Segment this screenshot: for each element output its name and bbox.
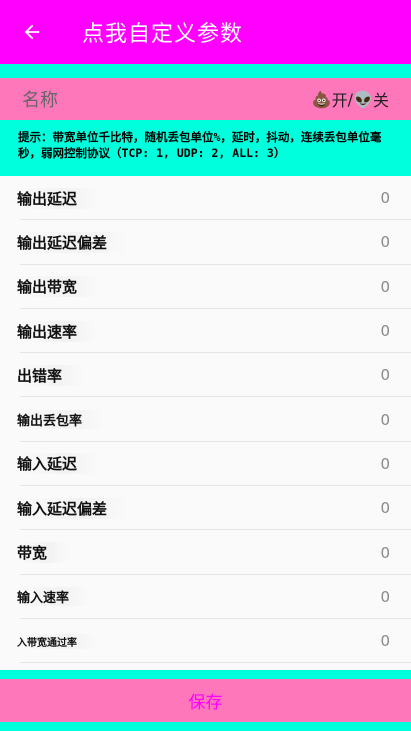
arrow-left-icon [24, 24, 40, 40]
param-label: 带宽 [17, 542, 70, 564]
on-off-toggle[interactable]: 💩 开 / 👽 关 [312, 87, 389, 111]
name-bar: 名称 💩 开 / 👽 关 [0, 78, 411, 120]
param-value: 0 [380, 189, 390, 208]
alien-icon: 👽 [353, 89, 373, 109]
param-row-bandwidth[interactable]: 带宽 0 [0, 530, 411, 575]
param-label: 输入速率 [17, 587, 92, 607]
param-row-output-rate[interactable]: 输出速率 0 [0, 309, 411, 354]
param-value: 0 [380, 366, 390, 385]
top-divider [0, 64, 411, 78]
param-row-input-pass-rate[interactable]: 入带宽通过率 0 [0, 619, 411, 664]
off-label: 关 [372, 91, 389, 110]
param-label: 输入延迟 [17, 453, 100, 475]
param-label: 输出速率 [17, 320, 100, 342]
param-row-output-bandwidth[interactable]: 输出带宽 0 [0, 265, 411, 310]
name-label: 名称 [22, 90, 58, 111]
param-value: 0 [380, 632, 390, 651]
page-title: 点我自定义参数 [82, 22, 244, 47]
poop-icon: 💩 [311, 89, 332, 109]
param-row-input-delay-deviation[interactable]: 输入延迟偏差 0 [0, 486, 411, 531]
param-value: 0 [380, 233, 390, 252]
param-label: 输出延迟偏差 [17, 231, 130, 253]
param-label: 输入延迟偏差 [17, 497, 130, 519]
param-label: 输出丢包率 [17, 410, 105, 430]
save-label: 保存 [188, 693, 223, 713]
param-label: 输出延迟 [17, 187, 100, 209]
param-label: 出错率 [17, 364, 85, 386]
app-bar: 点我自定义参数 [0, 0, 411, 64]
param-value: 0 [380, 454, 390, 473]
bottom-divider-top [0, 670, 411, 679]
save-button[interactable]: 保存 [0, 679, 411, 722]
hint-text: 提示：带宽单位千比特，随机丢包单位%，延时，抖动，连续丢包单位毫秒，弱网控制协议… [0, 120, 411, 176]
param-row-output-delay[interactable]: 输出延迟 0 [0, 176, 411, 221]
param-value: 0 [380, 410, 390, 429]
param-value: 0 [380, 277, 390, 296]
param-label: 入带宽通过率 [17, 633, 99, 649]
param-row-input-delay[interactable]: 输入延迟 0 [0, 442, 411, 487]
on-label: 开 [331, 91, 348, 110]
param-value: 0 [380, 322, 390, 341]
param-row-error-rate[interactable]: 出错率 0 [0, 353, 411, 398]
param-value: 0 [380, 587, 390, 606]
parameter-list: 输出延迟 0 输出延迟偏差 0 输出带宽 0 输出速率 0 出错率 0 输出丢包… [0, 176, 411, 670]
param-value: 0 [380, 499, 390, 518]
bottom-divider [0, 722, 411, 731]
param-label: 输出带宽 [17, 276, 100, 298]
param-value: 0 [380, 543, 390, 562]
param-row-output-loss-rate[interactable]: 输出丢包率 0 [0, 397, 411, 443]
back-button[interactable] [0, 0, 64, 64]
param-row-input-rate[interactable]: 输入速率 0 [0, 575, 411, 620]
param-row-output-delay-deviation[interactable]: 输出延迟偏差 0 [0, 220, 411, 265]
